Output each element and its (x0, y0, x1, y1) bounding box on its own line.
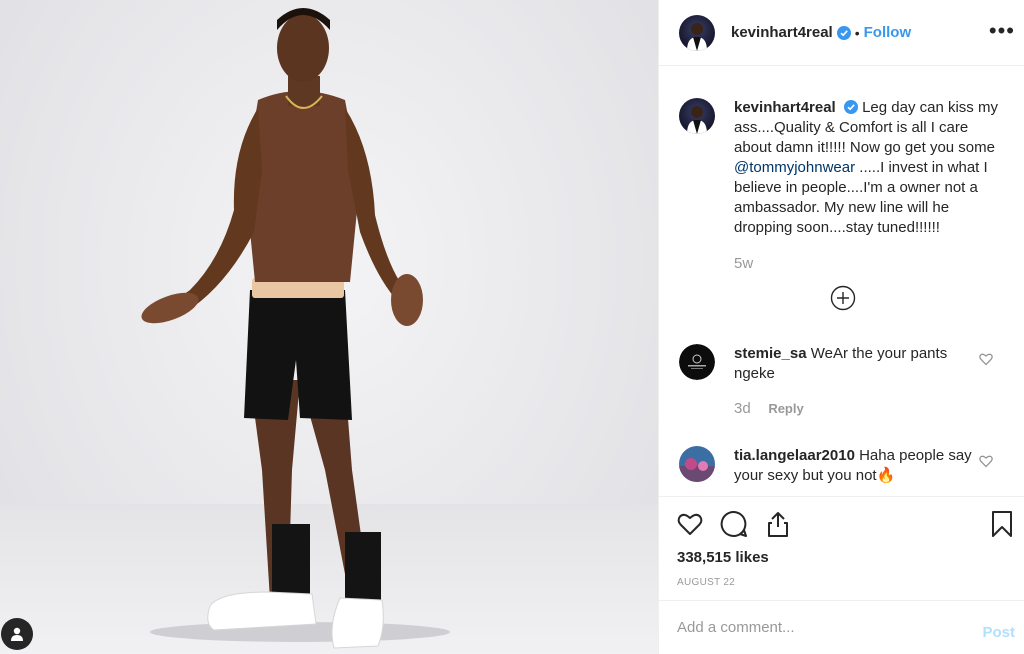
photo-figure (141, 8, 450, 649)
caption-mention-link[interactable]: @tommyjohnwear (734, 159, 855, 176)
post-header: kevinhart4real • Follow ••• (659, 0, 1024, 66)
author-username[interactable]: kevinhart4real (731, 24, 833, 41)
comment-heart-icon[interactable] (979, 352, 993, 366)
comment-avatar[interactable] (679, 344, 715, 380)
follow-button[interactable]: Follow (864, 24, 912, 41)
post-side-panel: kevinhart4real • Follow ••• kevinhart4re… (658, 0, 1024, 654)
more-options-button[interactable]: ••• (989, 20, 1015, 42)
likes-count[interactable]: 338,515 likes (677, 549, 769, 566)
comment-icon[interactable] (719, 509, 749, 539)
comment-meta: 3d Reply (734, 400, 1015, 417)
reply-button[interactable]: Reply (768, 401, 803, 416)
comment-username[interactable]: tia.langelaar2010 (734, 447, 855, 464)
add-comment-bar: Post (659, 600, 1024, 654)
comment-text: stemie_sa WeAr the your pants ngeke (734, 344, 974, 384)
plus-circle-icon[interactable] (830, 285, 856, 311)
comment-username[interactable]: stemie_sa (734, 345, 807, 362)
post-actions: 338,515 likes AUGUST 22 (659, 496, 1024, 600)
comment-input[interactable] (677, 619, 967, 636)
post-date[interactable]: AUGUST 22 (677, 577, 735, 588)
comment-timestamp[interactable]: 3d (734, 400, 751, 417)
comment-heart-icon[interactable] (979, 454, 993, 468)
caption-text: kevinhart4real Leg day can kiss my ass..… (734, 98, 1009, 238)
header-separator: • (854, 24, 860, 41)
comment-text: tia.langelaar2010 Haha people say your s… (734, 446, 974, 486)
comment-item: stemie_sa WeAr the your pants ngeke 3d R… (679, 344, 1015, 417)
bookmark-icon[interactable] (987, 509, 1017, 539)
comments-list[interactable]: kevinhart4real Leg day can kiss my ass..… (659, 67, 1024, 495)
verified-icon (836, 25, 851, 40)
caption-timestamp[interactable]: 5w (734, 255, 753, 272)
avatar-silhouette-icon (687, 106, 707, 134)
avatar-logo-icon (679, 344, 715, 380)
user-tag-icon (11, 627, 23, 641)
verified-icon (843, 100, 858, 114)
caption-avatar[interactable] (679, 98, 715, 134)
comment-avatar[interactable] (679, 446, 715, 482)
post-comment-button[interactable]: Post (982, 624, 1015, 641)
share-icon[interactable] (763, 509, 793, 539)
avatar-photo-icon (679, 446, 715, 482)
avatar-silhouette-icon (687, 22, 707, 51)
post-photo[interactable] (0, 0, 658, 654)
caption-username[interactable]: kevinhart4real (734, 99, 836, 116)
heart-icon[interactable] (675, 509, 705, 539)
comment-item: tia.langelaar2010 Haha people say your s… (679, 446, 1015, 486)
user-tag-button[interactable] (1, 618, 33, 650)
caption: kevinhart4real Leg day can kiss my ass..… (679, 98, 1009, 238)
author-avatar[interactable] (679, 14, 715, 51)
